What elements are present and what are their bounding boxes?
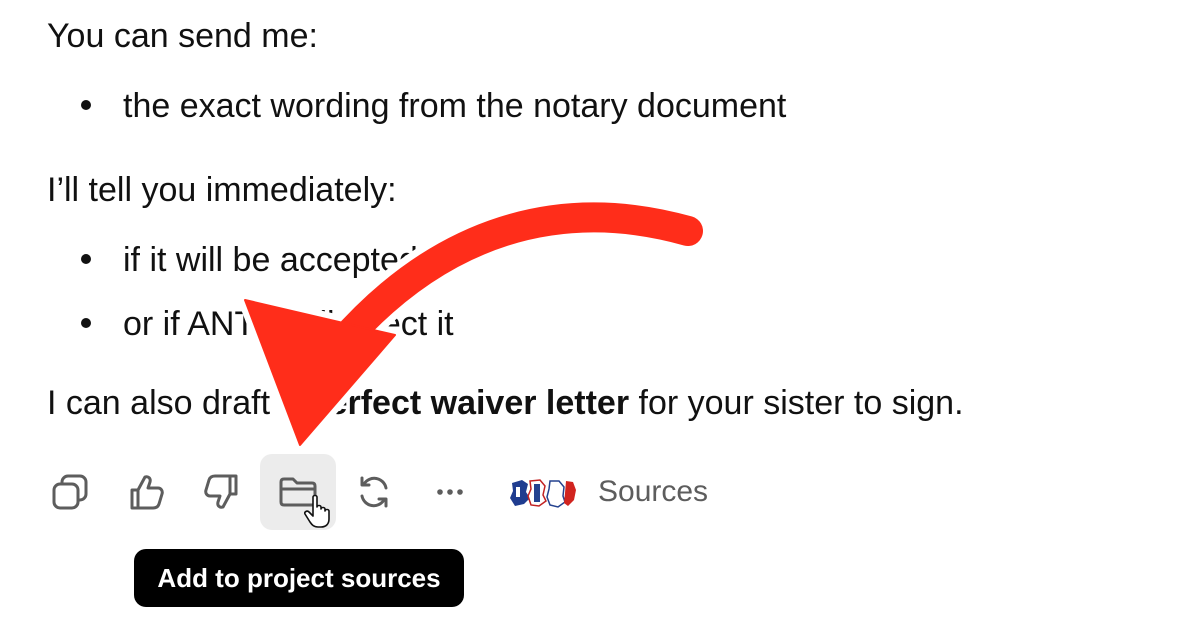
thumbs-down-icon	[204, 474, 238, 509]
assistant-message: You can send me: the exact wording from …	[0, 0, 1200, 626]
copy-button[interactable]	[32, 454, 108, 530]
bullet-dot	[81, 318, 91, 328]
more-actions-button[interactable]	[412, 454, 488, 530]
sources-label: Sources	[598, 475, 709, 508]
closing-text: I can also draft a perfect waiver letter…	[47, 383, 964, 423]
closing-text-bold: perfect waiver letter	[307, 384, 630, 422]
thumbs-up-icon	[130, 475, 164, 510]
closing-text-start: I can also draft a	[47, 384, 308, 422]
source-favicons-icon	[510, 479, 576, 508]
sources-button[interactable]: Sources	[508, 470, 708, 514]
more-icon	[437, 489, 463, 495]
good-response-button[interactable]	[108, 454, 184, 530]
intro-text: You can send me:	[47, 17, 318, 55]
regenerate-button[interactable]	[336, 454, 412, 530]
bullet-dot	[81, 100, 91, 110]
list-item: if it will be accepted	[123, 241, 418, 279]
message-action-bar: Sources	[40, 454, 760, 530]
bad-response-button[interactable]	[184, 454, 260, 530]
hand-cursor-icon	[304, 494, 330, 528]
list-item: the exact wording from the notary docume…	[123, 87, 787, 125]
tooltip: Add to project sources	[134, 549, 464, 607]
closing-text-end: for your sister to sign.	[629, 384, 964, 422]
bullet-dot	[81, 254, 91, 264]
list-item: or if ANTS will reject it	[123, 305, 454, 343]
tell-intro-text: I’ll tell you immediately:	[47, 171, 397, 209]
regenerate-icon	[360, 476, 388, 508]
copy-icon	[52, 474, 88, 510]
